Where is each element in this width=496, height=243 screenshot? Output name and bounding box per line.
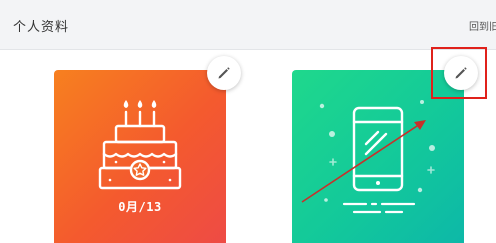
page-title: 个人资料 [13,20,70,35]
back-to-old-link[interactable]: 回到旧 [469,18,496,33]
annotation-highlight-box [431,47,487,99]
birthday-card[interactable]: 0月/13 [54,70,226,243]
pencil-icon [218,67,230,79]
profile-page: 个人资料 回到旧 0月/13 [0,0,496,243]
birthday-date-label: 0月/13 [118,200,162,214]
cake-icon [98,100,182,190]
page-header: 个人资料 回到旧 [0,0,496,50]
edit-birthday-button[interactable] [207,56,241,90]
